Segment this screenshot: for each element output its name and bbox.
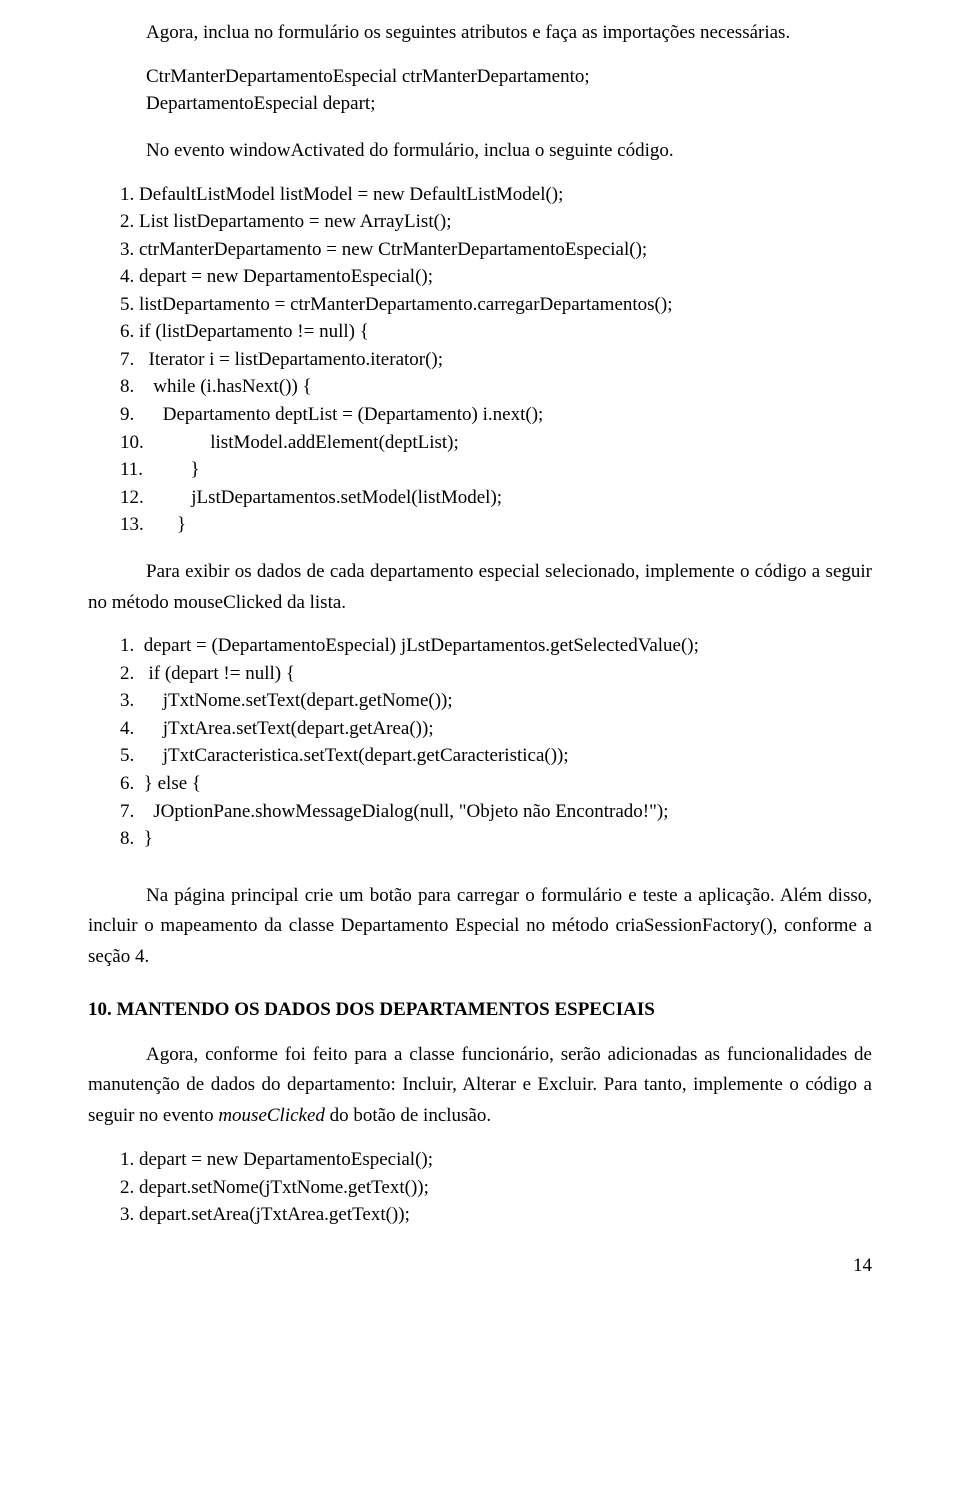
paragraph-windowactivated: No evento windowActivated do formulário,… (88, 136, 872, 167)
code-line: 5. listDepartamento = ctrManterDepartame… (120, 291, 872, 319)
code-line: 1. depart = new DepartamentoEspecial(); (120, 1146, 872, 1174)
code-block-1: 1. DefaultListModel listModel = new Defa… (120, 181, 872, 539)
code-line: CtrManterDepartamentoEspecial ctrManterD… (146, 63, 872, 91)
code-line: 4. depart = new DepartamentoEspecial(); (120, 263, 872, 291)
code-line: 10. listModel.addElement(deptList); (120, 429, 872, 457)
code-line: 2. depart.setNome(jTxtNome.getText()); (120, 1174, 872, 1202)
code-line: 9. Departamento deptList = (Departamento… (120, 401, 872, 429)
code-line: 8. while (i.hasNext()) { (120, 373, 872, 401)
code-line: 3. jTxtNome.setText(depart.getNome()); (120, 687, 872, 715)
code-line: 6. if (listDepartamento != null) { (120, 318, 872, 346)
code-line: 1. DefaultListModel listModel = new Defa… (120, 181, 872, 209)
text-span: do botão de inclusão. (325, 1105, 491, 1126)
code-line: 7. Iterator i = listDepartamento.iterato… (120, 346, 872, 374)
code-line: 2. if (depart != null) { (120, 660, 872, 688)
code-block-2: 1. depart = (DepartamentoEspecial) jLstD… (120, 632, 872, 852)
section-heading-10: 10. MANTENDO OS DADOS DOS DEPARTAMENTOS … (88, 995, 872, 1026)
code-line: 8. } (120, 825, 872, 853)
paragraph-intro: Agora, inclua no formulário os seguintes… (88, 18, 872, 49)
page-container: Agora, inclua no formulário os seguintes… (0, 0, 960, 1311)
code-line: 7. JOptionPane.showMessageDialog(null, "… (120, 798, 872, 826)
code-line: 2. List listDepartamento = new ArrayList… (120, 208, 872, 236)
code-line: 4. jTxtArea.setText(depart.getArea()); (120, 715, 872, 743)
code-line: 5. jTxtCaracteristica.setText(depart.get… (120, 742, 872, 770)
code-line: 13. } (120, 511, 872, 539)
code-block-3: 1. depart = new DepartamentoEspecial();2… (120, 1146, 872, 1229)
paragraph-maintenance: Agora, conforme foi feito para a classe … (88, 1040, 872, 1132)
code-line: 11. } (120, 456, 872, 484)
code-line: 3. depart.setArea(jTxtArea.getText()); (120, 1201, 872, 1229)
declaration-block-1: CtrManterDepartamentoEspecial ctrManterD… (146, 63, 872, 118)
code-line: 3. ctrManterDepartamento = new CtrManter… (120, 236, 872, 264)
paragraph-mouseclicked-list: Para exibir os dados de cada departament… (88, 557, 872, 619)
code-line: DepartamentoEspecial depart; (146, 90, 872, 118)
code-line: 12. jLstDepartamentos.setModel(listModel… (120, 484, 872, 512)
page-number: 14 (88, 1251, 872, 1282)
italic-mouseclicked: mouseClicked (218, 1105, 325, 1126)
paragraph-test-app: Na página principal crie um botão para c… (88, 881, 872, 973)
code-line: 6. } else { (120, 770, 872, 798)
code-line: 1. depart = (DepartamentoEspecial) jLstD… (120, 632, 872, 660)
spacer (88, 871, 872, 881)
